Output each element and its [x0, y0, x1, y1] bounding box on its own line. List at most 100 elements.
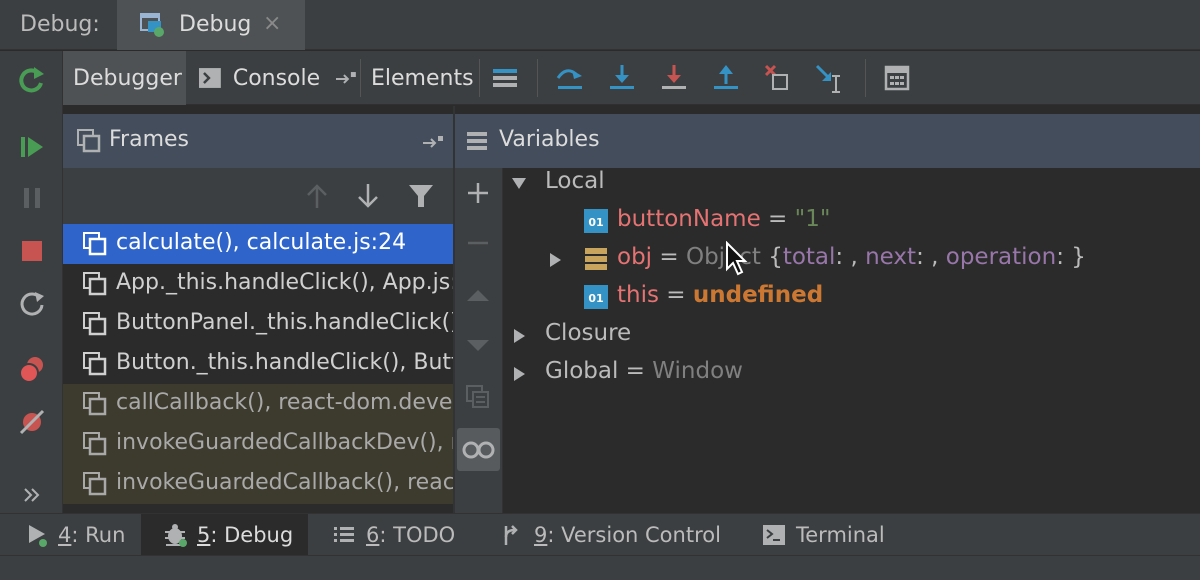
- stack-frame-icon: [83, 432, 107, 456]
- rerun-icon[interactable]: [16, 65, 48, 97]
- tool-window-todo[interactable]: 6: TODO: [320, 514, 460, 556]
- debug-left-toolbar: [0, 51, 63, 513]
- tab-elements-label: Elements: [371, 65, 474, 91]
- frame-label: App._this.handleClick(), App.js:16: [116, 270, 453, 295]
- frames-panel: Frames calculate(), calculate.js:24 App._…: [63, 106, 453, 513]
- view-breakpoints-icon[interactable]: [16, 353, 48, 385]
- collapsed-arrow-icon[interactable]: [511, 366, 527, 382]
- pin-tab-icon[interactable]: [334, 66, 358, 90]
- variable-name: obj: [617, 244, 653, 270]
- status-bar: [0, 555, 1200, 580]
- mouse-cursor-icon: [726, 241, 748, 276]
- filter-icon[interactable]: [407, 183, 435, 209]
- frame-list: calculate(), calculate.js:24 App._this.ha…: [63, 224, 453, 513]
- mute-breakpoints-icon[interactable]: [16, 406, 48, 438]
- frame-label: invokeGuardedCallback(), react-dom.devel…: [116, 470, 453, 495]
- collapsed-arrow-icon[interactable]: [511, 328, 527, 344]
- pause-icon[interactable]: [16, 182, 48, 214]
- debug-session-tab-label: Debug: [179, 12, 252, 37]
- stack-frame-icon: [83, 312, 107, 336]
- drop-frame-icon[interactable]: [762, 62, 794, 94]
- tool-window-debug[interactable]: 5: Debug: [141, 514, 308, 556]
- primitive-value-icon: 01: [584, 285, 608, 309]
- stack-frame-icon: [83, 272, 107, 296]
- step-out-icon[interactable]: [710, 62, 742, 94]
- stack-frame-icon: [83, 232, 107, 256]
- run-to-cursor-icon[interactable]: [814, 62, 846, 94]
- evaluate-expression-icon[interactable]: [881, 62, 913, 94]
- console-icon: [198, 68, 221, 88]
- more-icon[interactable]: [16, 479, 48, 511]
- run-icon: [29, 525, 47, 547]
- close-icon[interactable]: ×: [263, 11, 281, 36]
- glasses-icon: [462, 441, 495, 459]
- frame-label: calculate(), calculate.js:24: [116, 230, 407, 255]
- step-over-icon[interactable]: [554, 62, 586, 94]
- todo-list-icon: [334, 527, 354, 542]
- tab-console-label: Console: [232, 65, 321, 91]
- tab-console[interactable]: Console: [198, 51, 358, 105]
- tool-window-run[interactable]: 4: Run: [10, 514, 135, 556]
- variable-name: this: [617, 282, 659, 308]
- step-into-icon[interactable]: [606, 62, 638, 94]
- terminal-label: Terminal: [796, 523, 885, 547]
- svg-text:01: 01: [588, 216, 603, 229]
- pin-panel-icon[interactable]: [421, 130, 445, 154]
- debug-tool-window-label: Debug:: [20, 12, 100, 37]
- primitive-value-icon: 01: [584, 209, 608, 233]
- add-watch-icon[interactable]: [465, 180, 491, 206]
- stack-frame-icon: [83, 392, 107, 416]
- frame-row[interactable]: App._this.handleClick(), App.js:16: [63, 264, 453, 304]
- duplicate-watch-icon[interactable]: [465, 384, 491, 410]
- frame-label: callCallback(), react-dom.development.js: [116, 390, 453, 415]
- variables-header: Variables: [455, 114, 1200, 168]
- debug-config-icon: [140, 13, 164, 37]
- frame-row[interactable]: invokeGuardedCallbackDev(), react-dom.de…: [63, 424, 453, 464]
- frame-row[interactable]: callCallback(), react-dom.development.js: [63, 384, 453, 424]
- tab-debugger-label: Debugger: [73, 65, 182, 91]
- frame-row[interactable]: calculate(), calculate.js:24: [63, 224, 453, 264]
- debug-session-tab[interactable]: Debug ×: [117, 0, 305, 50]
- previous-frame-icon[interactable]: [304, 182, 330, 210]
- restart-icon[interactable]: [16, 287, 48, 319]
- tab-debugger[interactable]: Debugger: [63, 51, 186, 105]
- tool-window-terminal[interactable]: Terminal: [750, 514, 900, 556]
- stack-frame-icon: [83, 352, 107, 376]
- variables-panel: Variables Local 01 buttonName = "1" obj …: [455, 106, 1200, 513]
- move-up-icon[interactable]: [465, 282, 491, 308]
- frame-row[interactable]: ButtonPanel._this.handleClick(), ButtonP…: [63, 304, 453, 344]
- remove-watch-icon[interactable]: [465, 230, 491, 256]
- variables-title: Variables: [499, 127, 600, 152]
- frames-header: Frames: [63, 114, 453, 168]
- variable-name: buttonName: [617, 206, 761, 232]
- frame-row[interactable]: invokeGuardedCallback(), react-dom.devel…: [63, 464, 453, 504]
- next-frame-icon[interactable]: [355, 182, 381, 210]
- force-step-into-icon[interactable]: [658, 62, 690, 94]
- tab-elements[interactable]: Elements: [371, 51, 479, 105]
- global-scope-label: Global: [545, 358, 619, 384]
- debug-title-bar: Debug: Debug ×: [0, 0, 1200, 50]
- frame-label: Button._this.handleClick(), Button.js:8: [116, 350, 453, 375]
- show-watches-toggle[interactable]: [457, 428, 500, 471]
- todo-label: : TODO: [379, 523, 456, 547]
- variable-value: "1": [794, 206, 831, 232]
- frame-row[interactable]: Button._this.handleClick(), Button.js:8: [63, 344, 453, 384]
- show-execution-point-icon[interactable]: [489, 62, 521, 94]
- version-control-label: : Version Control: [547, 523, 721, 547]
- move-down-icon[interactable]: [465, 332, 491, 358]
- global-scope-value: Window: [652, 358, 743, 384]
- frames-title: Frames: [109, 127, 190, 152]
- svg-text:01: 01: [588, 292, 603, 305]
- expanded-arrow-icon[interactable]: [511, 175, 527, 191]
- collapsed-arrow-icon[interactable]: [547, 252, 563, 268]
- debugger-toolbar: Debugger Console Elements: [63, 51, 1200, 105]
- resume-icon[interactable]: [16, 131, 48, 163]
- variables-icon: [467, 132, 487, 150]
- stop-icon[interactable]: [16, 235, 48, 267]
- run-label: : Run: [71, 523, 126, 547]
- tool-window-version-control[interactable]: 9: Version Control: [488, 514, 728, 556]
- frames-icon: [77, 129, 101, 153]
- stack-frame-icon: [83, 472, 107, 496]
- tool-window-bar: 4: Run 5: Debug 6: TODO 9: Version Contr…: [0, 513, 1200, 556]
- frame-label: invokeGuardedCallbackDev(), react-dom.de…: [116, 430, 453, 455]
